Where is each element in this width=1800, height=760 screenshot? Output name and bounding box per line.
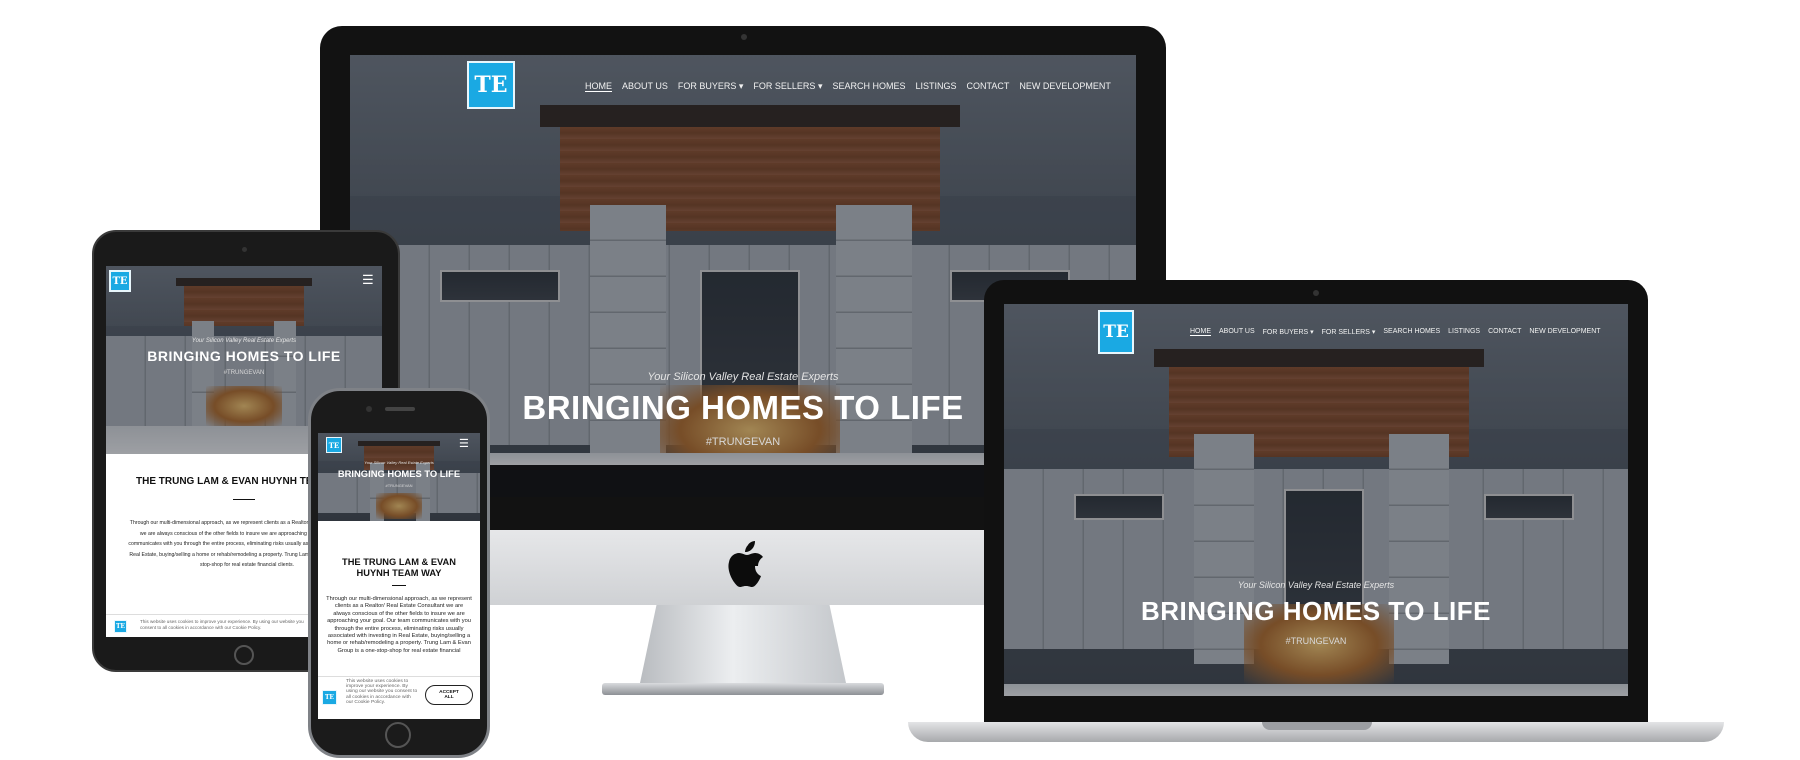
chevron-down-icon: ▾ — [1310, 329, 1314, 336]
chevron-down-icon: ▾ — [1371, 329, 1376, 336]
imac-stand — [640, 605, 846, 683]
site-logo: TE — [322, 690, 337, 705]
nav-for-buyers[interactable]: For Buyers ▾ — [1263, 328, 1314, 336]
hero-headline: BRINGING HOMES TO LIFE — [1141, 596, 1491, 626]
site-logo[interactable]: TE — [326, 437, 342, 453]
phone-camera — [366, 406, 372, 412]
hero-tagline: Your Silicon Valley Real Estate Experts — [364, 460, 434, 465]
nav-contact[interactable]: Contact — [1488, 328, 1521, 336]
cookie-text: This website uses cookies to improve you… — [140, 619, 304, 630]
site-logo: TE — [114, 620, 127, 633]
nav-search-homes[interactable]: Search Homes — [1383, 328, 1440, 336]
site-logo[interactable]: TE — [109, 270, 131, 292]
chevron-down-icon: ▾ — [738, 81, 744, 91]
section-divider — [233, 499, 255, 500]
hero-hashtag: #TRUNGEVAN — [1285, 636, 1347, 646]
hamburger-icon[interactable]: ☰ — [459, 437, 469, 450]
chevron-down-icon: ▾ — [817, 81, 823, 91]
cookie-text: This website uses cookies to improve you… — [346, 679, 418, 705]
nav-new-development[interactable]: New Development — [1019, 81, 1111, 92]
nav-listings[interactable]: Listings — [916, 81, 957, 92]
laptop-camera — [1313, 290, 1319, 296]
phone-cookie-bar: TE This website uses cookies to improve … — [318, 676, 480, 719]
main-nav: Home About Us For Buyers ▾ For Sellers ▾… — [585, 81, 1111, 92]
nav-about-us[interactable]: About Us — [1219, 328, 1255, 336]
phone-speaker — [385, 407, 415, 411]
phone-hero: TE ☰ Your Silicon Valley Real Estate Exp… — [318, 433, 480, 521]
imac-camera — [741, 34, 747, 40]
accept-all-button[interactable]: ACCEPT ALL — [425, 685, 473, 705]
hero-hashtag: #TRUNGEVAN — [385, 483, 413, 488]
hero-headline: BRINGING HOMES TO LIFE — [337, 468, 461, 479]
hamburger-icon[interactable]: ☰ — [362, 272, 374, 288]
nav-search-homes[interactable]: Search Homes — [832, 81, 905, 92]
nav-home[interactable]: Home — [1190, 328, 1211, 336]
laptop-notch — [1262, 722, 1372, 730]
section-title: THE TRUNG LAM & EVAN HUYNH TEAM WAY — [342, 557, 456, 578]
tablet-camera — [242, 247, 247, 252]
imac-stand-foot — [602, 683, 884, 695]
nav-contact[interactable]: Contact — [967, 81, 1010, 92]
tablet-home-button — [234, 645, 254, 665]
site-logo[interactable]: TE — [467, 61, 515, 109]
hero-headline: BRINGING HOMES TO LIFE — [147, 348, 341, 364]
site-logo[interactable]: TE — [1098, 310, 1134, 354]
laptop-hero: TE Home About Us For Buyers ▾ For Seller… — [1004, 304, 1628, 696]
nav-listings[interactable]: Listings — [1448, 328, 1480, 336]
nav-for-sellers[interactable]: For Sellers ▾ — [753, 81, 822, 92]
hero-hashtag: #TRUNGEVAN — [223, 370, 265, 376]
nav-for-sellers[interactable]: For Sellers ▾ — [1322, 328, 1376, 336]
main-nav: Home About Us For Buyers ▾ For Sellers ▾… — [1190, 328, 1601, 336]
hero-tagline: Your Silicon Valley Real Estate Experts — [1237, 580, 1395, 590]
hero-tagline: Your Silicon Valley Real Estate Experts — [191, 338, 297, 344]
apple-logo-icon — [728, 541, 763, 587]
nav-new-development[interactable]: New Development — [1529, 328, 1600, 336]
section-body: Through our multi-dimensional approach, … — [326, 596, 472, 654]
nav-home[interactable]: Home — [585, 81, 612, 92]
phone-content: THE TRUNG LAM & EVAN HUYNH TEAM WAY Thro… — [318, 521, 480, 676]
section-divider — [392, 585, 406, 586]
phone-home-button — [385, 722, 411, 748]
nav-about-us[interactable]: About Us — [622, 81, 668, 92]
nav-for-buyers[interactable]: For Buyers ▾ — [678, 81, 744, 92]
